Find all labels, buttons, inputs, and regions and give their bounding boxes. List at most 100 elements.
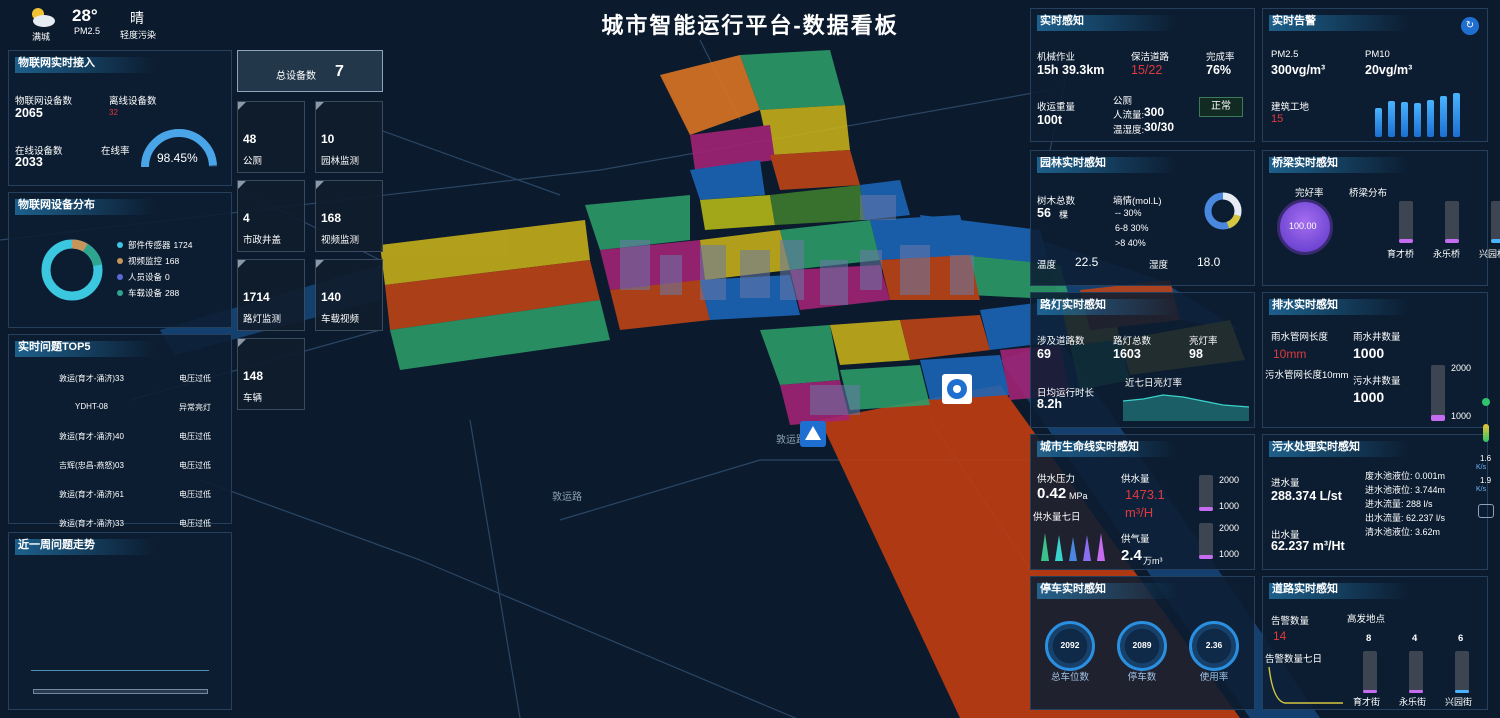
garden-temp-value: 22.5	[1075, 255, 1099, 269]
road-bar-label: 永乐街	[1399, 697, 1427, 707]
device-tile[interactable]: 148 车辆	[237, 338, 305, 410]
legend-value: 0	[165, 272, 170, 282]
alarm-bar	[1427, 100, 1434, 137]
device-tile[interactable]: 4 市政井盖	[237, 180, 305, 252]
issue-name: YDHT-08	[75, 402, 108, 411]
road-hot-label: 高发地点	[1347, 614, 1386, 625]
legend-label: 部件传感器	[128, 240, 171, 250]
panel-title: 物联网设备分布	[15, 199, 155, 215]
device-tile[interactable]: 168 视频监测	[315, 180, 383, 252]
supply-week-chart	[1041, 533, 1105, 561]
battery-icon	[1483, 424, 1489, 442]
drain-axis-bot: 1000	[1451, 411, 1472, 421]
iot-online-value: 2033	[15, 155, 43, 169]
alarm-bar	[1388, 101, 1395, 137]
lifeline-panel: 城市生命线实时感知 供水压力 0.42 MPa 供水量 1473.1 m³/H …	[1030, 434, 1255, 570]
weather-condition: 晴	[130, 10, 144, 26]
site-label: 建筑工地	[1271, 102, 1310, 113]
alarm-bar	[1440, 96, 1447, 137]
list-item[interactable]: 敦运(育才-涌济)40 电压过低	[9, 431, 233, 447]
total-devices-card[interactable]: 总设备数 7	[237, 50, 383, 92]
road-bar-fill	[1455, 689, 1469, 693]
lifeline-axis-top-2: 2000	[1219, 523, 1240, 533]
lamp-avg-value: 8.2h	[1037, 397, 1063, 411]
total-devices-label: 总设备数	[276, 71, 316, 82]
issue-name: 敦运(育才-涌济)40	[59, 432, 124, 441]
device-tile[interactable]: 48 公厕	[237, 101, 305, 173]
panel-title: 桥梁实时感知	[1269, 157, 1409, 173]
device-tile[interactable]: 140 车载视频	[315, 259, 383, 331]
side-toolbar: 1.6 K/s 1.9 K/s	[1474, 392, 1498, 522]
alarm-bar	[1414, 103, 1421, 137]
camera-icon[interactable]	[1478, 504, 1494, 518]
issue-name: 敦运(育才-涌济)61	[59, 490, 124, 499]
iot-offline-value: 32	[109, 108, 118, 117]
map-marker-camera[interactable]	[942, 374, 972, 404]
temp-label: 温湿度:	[1113, 125, 1145, 136]
list-item[interactable]: YDHT-08 异常亮灯	[9, 402, 233, 418]
pm25-label: PM2.5	[1271, 49, 1299, 60]
road-week-chart	[1268, 666, 1343, 704]
tile-value: 10	[321, 132, 335, 146]
done-value: 76%	[1206, 63, 1232, 77]
swell-label: 污水井数量	[1353, 376, 1401, 387]
device-tile[interactable]: 10 园林监测	[315, 101, 383, 173]
drain-bar	[1431, 365, 1445, 421]
bridge-bar-label: 兴园桥	[1479, 249, 1500, 259]
road-alarm-value: 14	[1273, 629, 1287, 643]
map-marker-device[interactable]	[800, 421, 826, 447]
tile-corner	[316, 102, 324, 110]
cloud-sun-icon	[32, 8, 55, 27]
device-tile[interactable]: 1714 路灯监测	[237, 259, 305, 331]
tile-label: 车辆	[243, 393, 263, 404]
weather-temp: 28°	[72, 6, 98, 25]
trend-scrollbar[interactable]	[33, 689, 208, 694]
tile-value: 1714	[243, 290, 270, 304]
parking-panel: 停车实时感知 2092 总车位数 2089 停车数 2.36 使用率	[1030, 576, 1255, 710]
list-item[interactable]: 敦运(育才-涌济)33 电压过低	[9, 373, 233, 389]
site-value: 15	[1271, 113, 1284, 125]
legend-dot	[117, 274, 123, 280]
alarm-panel: 实时告警 ↻ PM2.5 300vg/m³ PM10 20vg/m³ 建筑工地 …	[1262, 8, 1488, 142]
road-bar	[1409, 651, 1423, 693]
status-badge: 正常	[1199, 97, 1243, 117]
legend-dot	[117, 258, 123, 264]
collect-label: 收运重量	[1037, 102, 1076, 113]
gauge-label: 使用率	[1199, 672, 1229, 683]
refresh-icon[interactable]: ↻	[1461, 17, 1479, 35]
gas-unit: 万m³	[1143, 556, 1163, 566]
machine-value: 15h 39.3km	[1037, 63, 1105, 77]
list-item[interactable]: 敦运(育才-涌济)61 电压过低	[9, 489, 233, 505]
status-dot	[1482, 398, 1490, 406]
bridge-bar-fill	[1445, 238, 1459, 243]
pipe-value: 10mm	[1273, 347, 1307, 361]
legend-label: 车载设备	[128, 288, 163, 298]
garden-humid-value: 18.0	[1197, 255, 1221, 269]
alarm-bar	[1401, 102, 1408, 137]
road-bar-label: 兴园街	[1445, 697, 1473, 707]
soil-row: >8 40%	[1115, 238, 1146, 248]
flow-label: 人流量:	[1113, 110, 1145, 121]
supply-label: 供水量	[1121, 474, 1150, 485]
panel-title: 路灯实时感知	[1037, 299, 1177, 315]
issue-type: 电压过低	[179, 490, 211, 499]
pressure-value: 0.42	[1037, 485, 1067, 502]
online-rate-gauge	[141, 129, 217, 168]
legend-label: 人员设备	[128, 272, 163, 282]
parking-gauge: 2.36	[1189, 621, 1239, 671]
gauge-label: 停车数	[1127, 672, 1157, 683]
pm25-value: 300vg/m³	[1271, 63, 1326, 77]
road-bar-value: 6	[1458, 633, 1464, 644]
road-bar	[1455, 651, 1469, 693]
gauge-label: 总车位数	[1050, 672, 1089, 683]
legend-dot	[117, 290, 123, 296]
panel-title: 排水实时感知	[1269, 299, 1409, 315]
soil-label: 墒情(mol.L)	[1113, 196, 1162, 207]
road-bar	[1363, 651, 1377, 693]
legend-value: 288	[165, 288, 180, 298]
panel-title: 污水处理实时感知	[1269, 441, 1409, 457]
sewage-detail: 废水池液位: 0.001m	[1365, 471, 1446, 481]
issue-type: 电压过低	[179, 519, 211, 528]
list-item[interactable]: 吉辉(忠昌-燕怒)03 电压过低	[9, 460, 233, 476]
tile-value: 48	[243, 132, 257, 146]
